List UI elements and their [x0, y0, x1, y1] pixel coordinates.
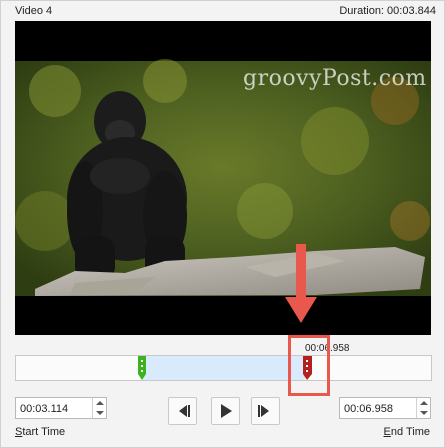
trim-selection-range: [142, 356, 305, 380]
previous-frame-icon: [179, 405, 190, 417]
start-time-label-text: tart Time: [22, 426, 66, 438]
end-time-value[interactable]: 00:06.958: [344, 403, 393, 415]
increment-icon[interactable]: [96, 401, 104, 405]
start-time-spinner[interactable]: 00:03.114: [15, 397, 107, 419]
play-button[interactable]: [211, 397, 240, 425]
play-icon: [221, 404, 232, 418]
end-time-arrows[interactable]: [416, 398, 430, 418]
start-time-arrows[interactable]: [92, 398, 106, 418]
annotation-highlight-box: [288, 335, 330, 396]
trim-video-dialog: Video 4 Duration: 00:03.844 groovyPost.c…: [0, 0, 445, 448]
decrement-icon[interactable]: [420, 411, 428, 415]
previous-frame-button[interactable]: [168, 397, 197, 425]
start-time-label: Start Time: [15, 426, 65, 438]
increment-icon[interactable]: [420, 401, 428, 405]
end-time-label-text: nd Time: [390, 426, 430, 438]
next-frame-icon: [258, 405, 269, 417]
end-time-label: End Time: [384, 426, 430, 438]
next-frame-button[interactable]: [251, 397, 280, 425]
start-time-value[interactable]: 00:03.114: [20, 403, 68, 415]
trim-timeline[interactable]: [15, 355, 432, 381]
end-time-label-accelerator: E: [383, 426, 391, 438]
decrement-icon[interactable]: [96, 411, 104, 415]
start-trim-handle[interactable]: [138, 356, 146, 382]
end-time-spinner[interactable]: 00:06.958: [339, 397, 431, 419]
